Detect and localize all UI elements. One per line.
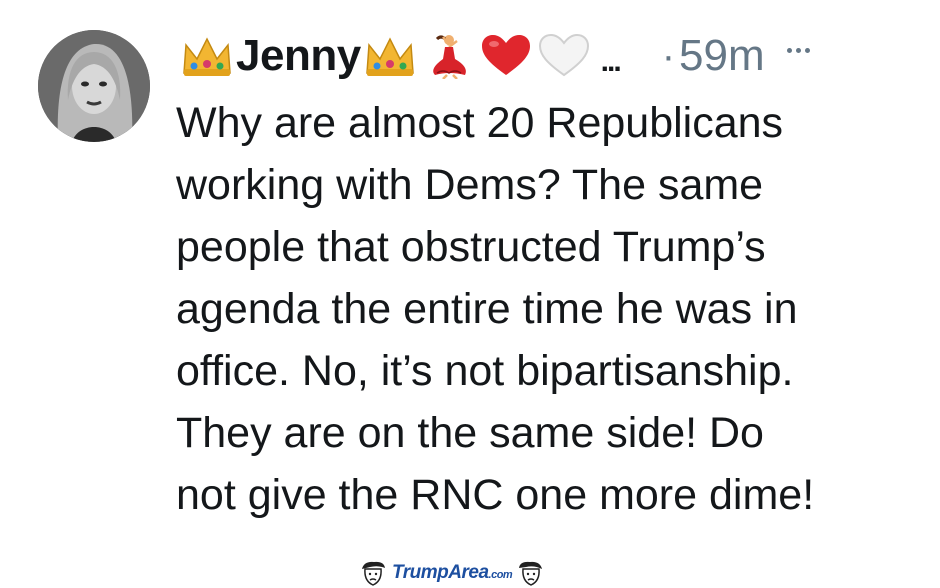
tweet-text-line: office. No, it’s not bipartisanship. [176, 347, 794, 395]
tweet-text: Why are almost 20 Republicans working wi… [176, 92, 916, 526]
crown-icon [183, 37, 231, 76]
more-options-icon[interactable] [786, 47, 810, 53]
tweet-text-line: people that obstructed Trump’s [176, 223, 766, 271]
dancer-icon [432, 35, 466, 79]
tweet-card: Jenny ... · 59m Why are almost 20 Republ… [0, 0, 940, 560]
watermark-brand: TrumpArea [392, 562, 489, 583]
red-heart-icon [481, 35, 530, 75]
tweet-text-line: They are on the same side! Do [176, 409, 764, 457]
avatar-photo [38, 30, 150, 142]
trump-face-icon [519, 561, 543, 586]
tweet-text-line: not give the RNC one more dime! [176, 471, 815, 519]
tweet-header: Jenny ... · 59m [178, 26, 918, 86]
tweet-text-line: working with Dems? The same [176, 161, 764, 209]
white-heart-icon [538, 33, 589, 77]
display-name[interactable]: Jenny [236, 31, 361, 81]
trump-face-icon [362, 561, 385, 586]
crown-icon [365, 37, 414, 76]
avatar[interactable] [38, 30, 150, 142]
separator-dot: · [661, 33, 676, 78]
watermark-text: TrumpArea.com [392, 562, 513, 584]
tweet-text-line: agenda the entire time he was in [176, 285, 798, 333]
watermark: TrumpArea.com [358, 558, 546, 588]
tweet-text-line: Why are almost 20 Republicans [176, 99, 784, 147]
timestamp[interactable]: 59m [679, 31, 765, 81]
name-overflow: ... [600, 45, 622, 78]
watermark-suffix: .com [488, 569, 513, 581]
